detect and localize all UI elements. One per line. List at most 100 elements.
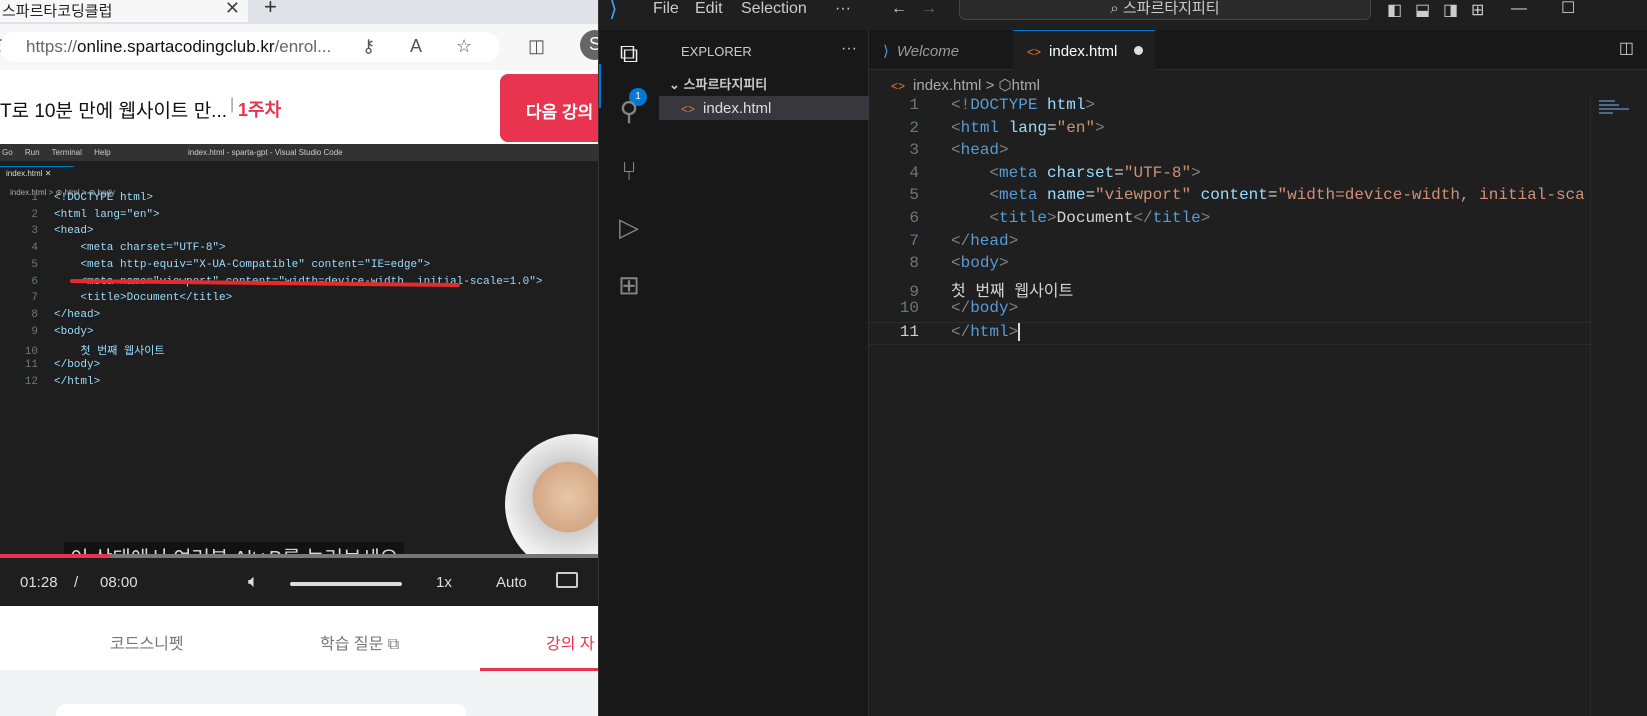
explorer-sidebar: EXPLORER ··· ⌄ 스파르타지피티 <> index.html bbox=[659, 30, 869, 716]
code-text: <head> bbox=[951, 141, 1009, 160]
code-line[interactable]: 5 <meta name="viewport" content="width=d… bbox=[869, 186, 1647, 209]
video-code-text: <meta charset="UTF-8"> bbox=[54, 242, 226, 255]
line-number: 11 bbox=[899, 323, 919, 342]
breadcrumb-file[interactable]: index.html bbox=[913, 77, 981, 94]
video-code-text: <head> bbox=[54, 225, 94, 238]
toggle-panel-icon[interactable]: ⬓ bbox=[1415, 0, 1430, 20]
captions-icon[interactable] bbox=[556, 572, 578, 588]
key-icon[interactable]: ⚷ bbox=[362, 36, 375, 57]
tab-questions[interactable]: 학습 질문 ⧉ bbox=[320, 630, 399, 654]
speed-button[interactable]: 1x bbox=[436, 574, 452, 591]
profile-avatar[interactable]: S bbox=[580, 30, 600, 60]
video-line-number: 12 bbox=[24, 375, 38, 388]
code-line[interactable]: 6 <title>Document</title> bbox=[869, 209, 1647, 232]
run-debug-icon[interactable]: ▷ bbox=[611, 212, 647, 248]
volume-slider[interactable] bbox=[290, 582, 402, 586]
minimap[interactable] bbox=[1590, 96, 1647, 716]
tab-code-snippet[interactable]: 코드스니펫 bbox=[110, 630, 184, 654]
tab-close-icon[interactable]: ✕ bbox=[225, 0, 240, 19]
browser-window: 스파르타코딩클럽 ✕ + ⊟ https://online.spartacodi… bbox=[0, 0, 600, 716]
code-line[interactable]: 3 <head> bbox=[869, 141, 1647, 164]
explorer-title: EXPLORER bbox=[681, 44, 752, 59]
code-line[interactable]: 4 <meta charset="UTF-8"> bbox=[869, 164, 1647, 187]
tab-welcome[interactable]: ⟩ Welcome bbox=[869, 30, 1013, 70]
video-code-line: 5 <meta http-equiv="X-UA-Compatible" con… bbox=[0, 259, 600, 276]
menu-more[interactable]: ··· bbox=[835, 0, 851, 18]
line-number: 6 bbox=[909, 209, 919, 227]
code-editor[interactable]: 1 <!DOCTYPE html> 2 <html lang="en"> 3 <head>… bbox=[869, 96, 1647, 716]
read-aloud-icon[interactable]: A bbox=[410, 36, 422, 57]
tab-materials[interactable]: 강의 자 bbox=[546, 630, 595, 654]
video-menu-item: Terminal bbox=[51, 148, 82, 157]
video-tab-label: index.html bbox=[6, 169, 43, 178]
browser-tab[interactable]: 스파르타코딩클럽 ✕ bbox=[0, 0, 248, 22]
workspace-folder[interactable]: ⌄ 스파르타지피티 bbox=[665, 72, 869, 94]
breadcrumb-node[interactable]: html bbox=[1012, 77, 1040, 94]
video-code-line: 10 첫 번째 웹사이트 bbox=[0, 342, 600, 359]
address-bar-area: ⊟ https://online.spartacodingclub.kr/enr… bbox=[0, 24, 600, 70]
code-text: <body> bbox=[951, 254, 1009, 273]
video-line-number: 8 bbox=[31, 308, 38, 321]
menu-selection[interactable]: Selection bbox=[741, 0, 807, 18]
code-line[interactable]: 7 </head> bbox=[869, 232, 1647, 255]
code-line[interactable]: 1 <!DOCTYPE html> bbox=[869, 96, 1647, 119]
code-text: </html> bbox=[951, 323, 1019, 342]
line-number: 5 bbox=[909, 186, 919, 205]
html-file-icon: <> bbox=[681, 102, 696, 116]
tab-label: index.html bbox=[1049, 43, 1118, 60]
toggle-secondary-sidebar-icon[interactable]: ◨ bbox=[1443, 0, 1458, 20]
video-line-number: 10 bbox=[24, 346, 38, 359]
search-icon[interactable]: ⚲ bbox=[611, 96, 647, 132]
browser-tab-strip: 스파르타코딩클럽 ✕ + bbox=[0, 0, 600, 24]
favorite-star-icon[interactable]: ☆ bbox=[456, 36, 472, 57]
code-line[interactable]: 8 <body> bbox=[869, 254, 1647, 277]
code-line[interactable]: 2 <html lang="en"> bbox=[869, 119, 1647, 142]
explorer-more-icon[interactable]: ··· bbox=[841, 40, 857, 58]
next-lecture-button[interactable]: 다음 강의 bbox=[500, 74, 600, 142]
code-line[interactable]: 11 </html> bbox=[869, 322, 1647, 345]
split-screen-icon[interactable]: ◫ bbox=[528, 36, 545, 57]
quality-button[interactable]: Auto bbox=[496, 574, 527, 591]
current-time: 01:28 bbox=[20, 574, 58, 591]
url-path: /enrol... bbox=[274, 37, 332, 56]
duration: 08:00 bbox=[100, 574, 138, 591]
explorer-files-icon[interactable]: ⧉ bbox=[611, 38, 647, 74]
maximize-icon[interactable]: ☐ bbox=[1561, 0, 1575, 18]
tab-index-html[interactable]: <> index.html bbox=[1013, 30, 1155, 70]
breadcrumb: <> index.html > ⬡html bbox=[891, 76, 1040, 94]
browser-tab-title: 스파르타코딩클럽 bbox=[2, 3, 113, 20]
line-number: 1 bbox=[909, 96, 919, 114]
video-controls: 01:28 / 08:00 🔈︎ 1x Auto bbox=[0, 558, 600, 606]
split-editor-icon[interactable]: ◫ bbox=[1619, 38, 1634, 58]
address-bar[interactable]: https://online.spartacodingclub.kr/enrol… bbox=[0, 32, 500, 62]
video-code-text: <body> bbox=[54, 325, 94, 338]
code-line[interactable]: 10 </body> bbox=[869, 299, 1647, 322]
video-player[interactable]: Go Run Terminal Help index.html - sparta… bbox=[0, 144, 600, 606]
toggle-sidebar-icon[interactable]: ◧ bbox=[1387, 0, 1402, 20]
code-line[interactable]: 9 첫 번째 웹사이트 bbox=[869, 277, 1647, 301]
unsaved-dot-icon[interactable] bbox=[1134, 46, 1143, 55]
video-code-line: 9 <body> bbox=[0, 326, 600, 343]
video-line-number: 3 bbox=[31, 225, 38, 238]
extensions-icon[interactable]: ⊞ bbox=[611, 270, 647, 306]
line-number: 3 bbox=[909, 141, 919, 160]
menu-edit[interactable]: Edit bbox=[695, 0, 723, 18]
forward-arrow-icon[interactable]: → bbox=[921, 0, 937, 18]
lecture-tabs: 코드스니펫 학습 질문 ⧉ 강의 자 bbox=[0, 606, 600, 671]
command-center[interactable]: ⌕ 스파르타지피티 bbox=[959, 0, 1371, 20]
menu-file[interactable]: File bbox=[653, 0, 679, 18]
file-item-index-html[interactable]: <> index.html bbox=[659, 96, 869, 120]
active-tab-underline bbox=[480, 668, 600, 671]
video-code-text: <html lang="en"> bbox=[54, 208, 160, 221]
active-indicator bbox=[599, 64, 601, 108]
back-arrow-icon[interactable]: ← bbox=[891, 0, 907, 18]
element-icon: ⬡ bbox=[998, 77, 1012, 94]
week-label: 1주차 bbox=[238, 100, 282, 120]
new-tab-icon[interactable]: + bbox=[264, 0, 277, 20]
minimize-icon[interactable]: — bbox=[1511, 0, 1527, 18]
customize-layout-icon[interactable]: ⊞ bbox=[1471, 0, 1484, 20]
external-link-icon: ⧉ bbox=[387, 636, 400, 653]
command-center-label: 스파르타지피티 bbox=[1122, 0, 1220, 17]
source-control-icon[interactable]: ⑂ bbox=[611, 156, 647, 192]
volume-icon[interactable]: 🔈︎ bbox=[248, 571, 259, 592]
